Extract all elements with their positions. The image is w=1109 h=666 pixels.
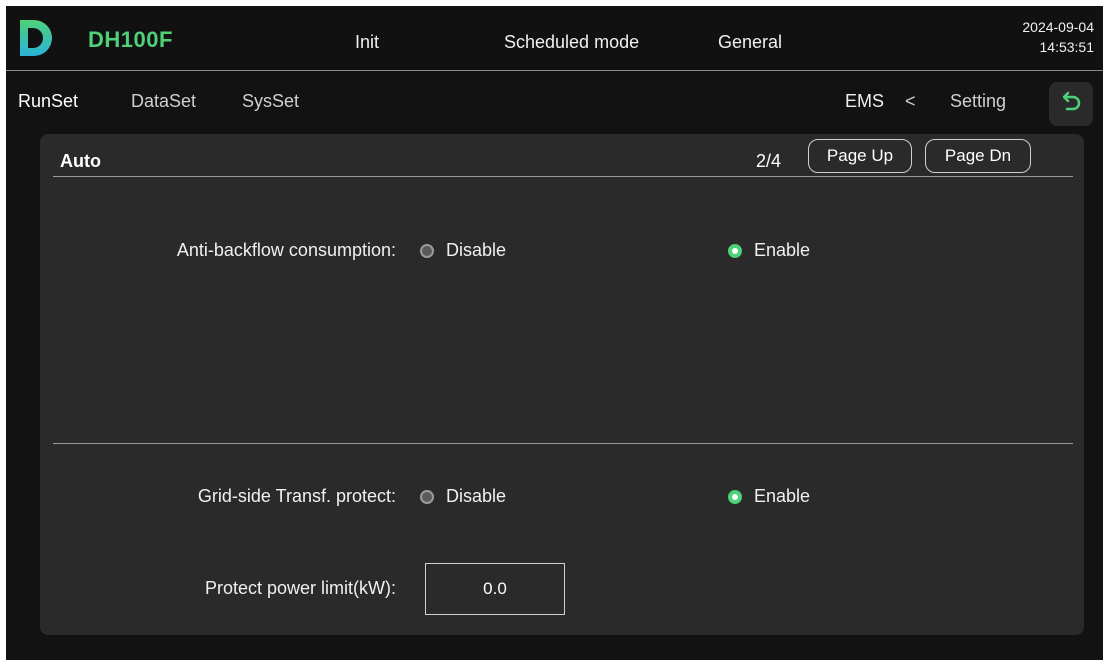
radio-label: Enable: [754, 486, 811, 506]
panel-title: Auto: [60, 151, 101, 171]
anti-backflow-enable-radio[interactable]: Enable: [728, 240, 810, 261]
grid-side-transf-disable-radio[interactable]: Disable: [420, 486, 506, 507]
tab-runset[interactable]: RunSet: [18, 91, 78, 112]
divider: [53, 443, 1073, 444]
anti-backflow-label: Anti-backflow consumption:: [176, 240, 396, 260]
date-text: 2024-09-04: [1022, 19, 1094, 35]
brand-name: DH100F: [88, 27, 173, 52]
page-indicator: 2/4: [756, 151, 782, 171]
protect-power-limit-input[interactable]: 0.0: [425, 563, 565, 615]
nav-bar: RunSet DataSet SysSet EMS < Setting: [6, 71, 1103, 131]
return-arrow-icon: [1062, 91, 1081, 111]
radio-dot-selected: [728, 489, 742, 504]
protect-power-limit-label: Protect power limit(kW):: [204, 578, 396, 598]
datetime: 2024-09-04 14:53:51: [1022, 17, 1094, 57]
grid-side-transf-label: Grid-side Transf. protect:: [197, 486, 396, 506]
time-text: 14:53:51: [1039, 39, 1095, 55]
page-up-button[interactable]: Page Up: [808, 139, 912, 173]
status-text: Init: [355, 32, 380, 52]
mode-text: Scheduled mode: [504, 32, 640, 52]
radio-label: Enable: [754, 240, 811, 260]
radio-dot: [420, 243, 434, 258]
radio-label: Disable: [446, 240, 507, 260]
tab-sysset[interactable]: SysSet: [242, 91, 299, 112]
radio-label: Disable: [446, 486, 507, 506]
back-button[interactable]: [1049, 82, 1093, 126]
top-bar: DH100F Init Scheduled mode General 2024-…: [6, 6, 1103, 71]
radio-dot-selected: [728, 243, 742, 258]
breadcrumb-parent[interactable]: Setting: [950, 91, 1006, 112]
d-logo-icon: [20, 20, 52, 56]
divider: [53, 176, 1073, 177]
breadcrumb-separator: <: [905, 91, 916, 111]
page-down-button[interactable]: Page Dn: [925, 139, 1031, 173]
anti-backflow-disable-radio[interactable]: Disable: [420, 240, 506, 261]
radio-dot: [420, 489, 434, 504]
tab-dataset[interactable]: DataSet: [131, 91, 196, 112]
settings-panel: Auto 2/4 Page Up Page Dn Anti-backflow c…: [40, 134, 1084, 635]
category-text: General: [718, 32, 783, 52]
breadcrumb-current: EMS: [845, 91, 885, 111]
grid-side-transf-enable-radio[interactable]: Enable: [728, 486, 810, 507]
screen: DH100F Init Scheduled mode General 2024-…: [6, 6, 1103, 660]
